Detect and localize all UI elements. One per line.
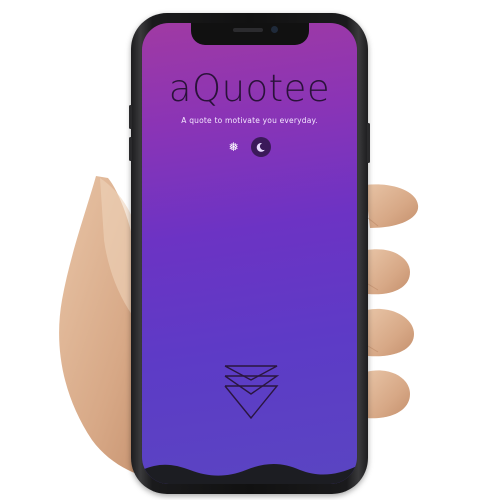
phone-frame: aQuotee A quote to motivate you everyday… bbox=[129, 13, 370, 494]
phone-notch bbox=[190, 23, 309, 45]
triple-chevron-down-icon[interactable] bbox=[222, 363, 280, 421]
sun-icon[interactable]: ❅ bbox=[228, 141, 238, 153]
moon-icon bbox=[256, 142, 265, 152]
dark-mode-button[interactable] bbox=[250, 137, 271, 157]
app-screen: aQuotee A quote to motivate you everyday… bbox=[142, 23, 357, 484]
app-logo-title: aQuotee bbox=[168, 67, 331, 110]
speaker-grille bbox=[232, 28, 263, 32]
volume-button bbox=[129, 105, 132, 129]
volume-button bbox=[129, 137, 132, 161]
front-camera bbox=[270, 26, 278, 33]
app-tagline: A quote to motivate you everyday. bbox=[181, 116, 318, 125]
theme-toggle[interactable]: ❅ bbox=[142, 137, 357, 157]
power-button bbox=[367, 123, 370, 163]
bottom-wave-decoration bbox=[142, 464, 357, 484]
